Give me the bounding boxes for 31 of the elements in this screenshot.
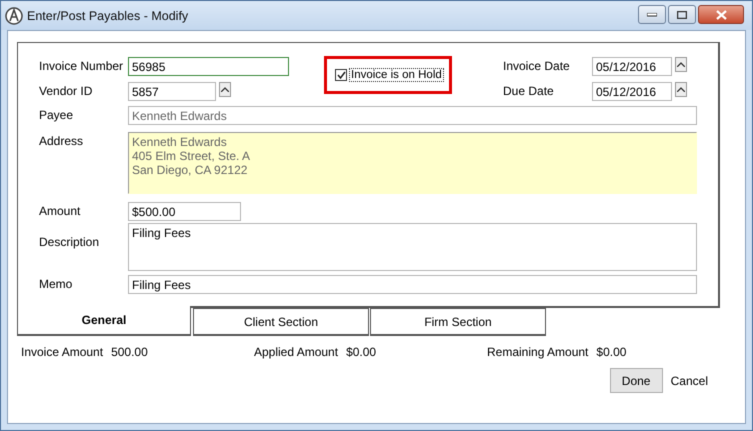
checkbox-label[interactable]: Invoice is on Hold bbox=[349, 68, 444, 82]
total-label: Applied Amount bbox=[254, 345, 338, 359]
tab[interactable]: General bbox=[17, 306, 191, 336]
total-value: $0.00 bbox=[596, 345, 626, 359]
field-label: Address bbox=[39, 133, 84, 150]
window-title: Enter/Post Payables - Modify bbox=[27, 8, 190, 22]
description-field[interactable]: Filing Fees bbox=[128, 223, 697, 271]
done-button[interactable]: Done bbox=[610, 368, 663, 393]
cancel-link[interactable]: Cancel bbox=[670, 374, 708, 388]
tab[interactable]: Client Section bbox=[193, 308, 369, 336]
tab[interactable]: Firm Section bbox=[370, 308, 546, 336]
total-label: Invoice Amount bbox=[21, 345, 104, 359]
field-label: Invoice Number bbox=[39, 58, 124, 73]
amount-field[interactable]: $500.00 bbox=[128, 202, 241, 221]
total-label: Remaining Amount bbox=[487, 345, 588, 359]
total-value: $0.00 bbox=[346, 345, 376, 359]
payee-field: Kenneth Edwards bbox=[128, 106, 697, 125]
field-label: Vendor ID bbox=[39, 83, 94, 98]
field-label: Amount bbox=[39, 203, 82, 220]
field-label: Invoice Date bbox=[503, 58, 571, 73]
date-field[interactable]: 05/12/2016 bbox=[592, 82, 672, 101]
field-label: Description bbox=[39, 234, 100, 251]
field-label: Payee bbox=[39, 107, 74, 124]
field-label: Memo bbox=[39, 276, 74, 293]
address-field: Kenneth Edwards 405 Elm Street, Ste. A San Diego, CA 92122 bbox=[128, 132, 697, 194]
date-field[interactable]: 05/12/2016 bbox=[592, 57, 672, 76]
field-label: Due Date bbox=[503, 83, 555, 98]
total-value: 500.00 bbox=[111, 345, 148, 359]
memo-field[interactable]: Filing Fees bbox=[128, 275, 697, 294]
vendor-id-field[interactable]: 5857 bbox=[128, 82, 216, 101]
invoice-number-field[interactable]: 56985 bbox=[128, 57, 289, 76]
